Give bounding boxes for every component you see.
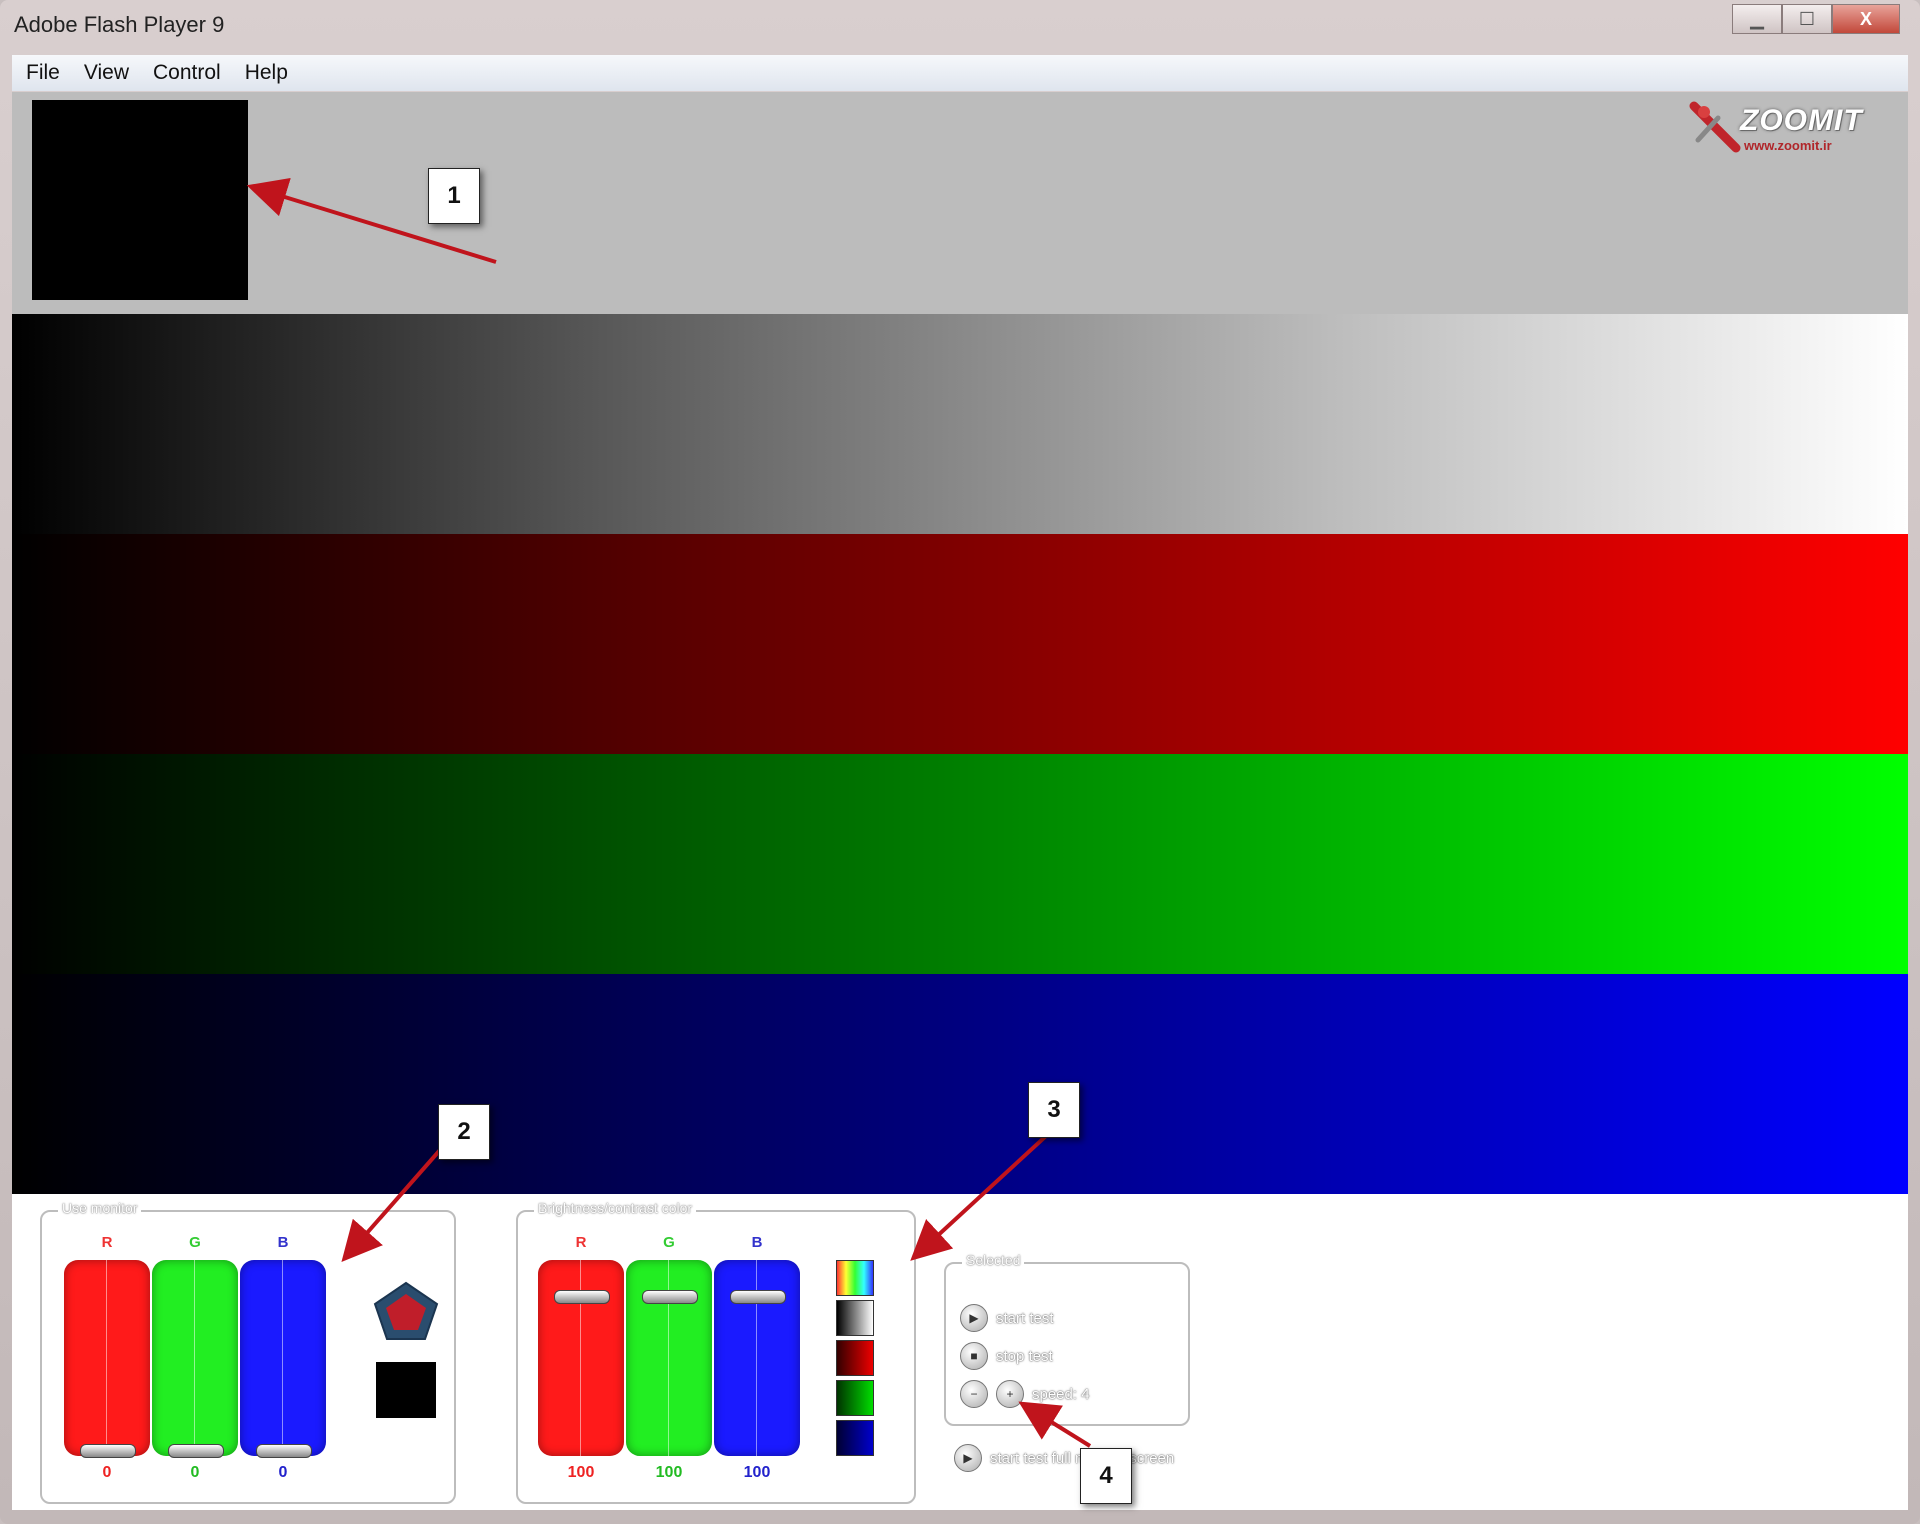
play-icon[interactable]: ▶ bbox=[960, 1304, 988, 1332]
blue-value: 0 bbox=[278, 1464, 288, 1481]
logo-url: www.zoomit.ir bbox=[1744, 138, 1832, 153]
stop-icon[interactable]: ■ bbox=[960, 1342, 988, 1370]
channel-label: B bbox=[751, 1234, 763, 1251]
maximize-icon: ☐ bbox=[1798, 8, 1816, 29]
start-test-option[interactable]: ▶ start test bbox=[960, 1304, 1054, 1332]
logo-text: ZOOMIT bbox=[1740, 104, 1863, 137]
callout-4: 4 bbox=[1080, 1448, 1132, 1504]
panel-title: Brightness/contrast color bbox=[534, 1200, 697, 1216]
option-label: stop test bbox=[996, 1347, 1053, 1365]
close-button[interactable]: X bbox=[1832, 4, 1900, 34]
option-label: start test bbox=[996, 1309, 1054, 1327]
red-gradient-band bbox=[12, 534, 1908, 754]
red-value: 0 bbox=[102, 1464, 112, 1481]
window-controls: ▁ ☐ X bbox=[1732, 4, 1900, 34]
blue-slider-knob[interactable] bbox=[256, 1444, 312, 1458]
blue-thumb[interactable] bbox=[836, 1420, 874, 1456]
plus-icon[interactable]: + bbox=[996, 1380, 1024, 1408]
gray-thumb[interactable] bbox=[836, 1300, 874, 1336]
control-area: Use monitor R 0 G 0 B 0 Brightness/contr… bbox=[12, 1194, 1908, 1510]
blue-slider-knob[interactable] bbox=[730, 1290, 786, 1304]
blue-slider-track[interactable] bbox=[240, 1260, 326, 1456]
app-window: Adobe Flash Player 9 ▁ ☐ X File View Con… bbox=[0, 0, 1920, 1524]
callout-2: 2 bbox=[438, 1104, 490, 1160]
menu-file[interactable]: File bbox=[26, 61, 60, 85]
panel-title: Selected bbox=[962, 1252, 1025, 1268]
use-monitor-panel: Use monitor R 0 G 0 B 0 bbox=[40, 1200, 456, 1504]
channel-label: R bbox=[575, 1234, 587, 1251]
blue-gradient-band bbox=[12, 974, 1908, 1194]
green-gradient-band bbox=[12, 754, 1908, 974]
red-slider-track[interactable] bbox=[64, 1260, 150, 1456]
callout-1: 1 bbox=[428, 168, 480, 224]
red-value: 100 bbox=[567, 1464, 595, 1481]
green-slider-knob[interactable] bbox=[168, 1444, 224, 1458]
menu-view[interactable]: View bbox=[84, 61, 129, 85]
callout-3: 3 bbox=[1028, 1082, 1080, 1138]
menu-bar: File View Control Help bbox=[12, 55, 1908, 91]
fullscreen-test-option[interactable]: ▶ start test full monitor screen bbox=[954, 1444, 1174, 1472]
current-color-swatch bbox=[376, 1362, 436, 1418]
menu-help[interactable]: Help bbox=[245, 61, 288, 85]
minimize-icon: ▁ bbox=[1750, 8, 1764, 29]
minimize-button[interactable]: ▁ bbox=[1732, 4, 1782, 34]
zoomit-logo: ZOOMIT www.zoomit.ir bbox=[1688, 100, 1878, 160]
green-value: 100 bbox=[655, 1464, 683, 1481]
pentagon-icon[interactable] bbox=[372, 1280, 440, 1342]
color-preview-box bbox=[32, 100, 248, 300]
preview-area: ZOOMIT www.zoomit.ir bbox=[12, 92, 1908, 314]
gray-gradient-band bbox=[12, 314, 1908, 534]
green-thumb[interactable] bbox=[836, 1380, 874, 1416]
rainbow-thumb[interactable] bbox=[836, 1260, 874, 1296]
panel-title: Use monitor bbox=[58, 1200, 142, 1216]
selected-panel: Selected ▶ start test ■ stop test − + sp… bbox=[944, 1252, 1190, 1426]
channel-label: B bbox=[277, 1234, 289, 1251]
red-slider-knob[interactable] bbox=[554, 1290, 610, 1304]
channel-label: G bbox=[189, 1234, 201, 1251]
green-value: 0 bbox=[190, 1464, 200, 1481]
blue-value: 100 bbox=[743, 1464, 771, 1481]
speed-label: speed: 4 bbox=[1032, 1385, 1090, 1403]
title-bar[interactable]: Adobe Flash Player 9 ▁ ☐ X bbox=[0, 0, 1920, 52]
speed-option[interactable]: − + speed: 4 bbox=[960, 1380, 1090, 1408]
brightness-contrast-panel: Brightness/contrast color R 100 G 100 B bbox=[516, 1200, 916, 1504]
play-icon[interactable]: ▶ bbox=[954, 1444, 982, 1472]
green-slider-track[interactable] bbox=[152, 1260, 238, 1456]
flash-stage: ZOOMIT www.zoomit.ir Use monitor R 0 G 0… bbox=[12, 92, 1908, 1510]
stop-test-option[interactable]: ■ stop test bbox=[960, 1342, 1053, 1370]
window-title: Adobe Flash Player 9 bbox=[14, 12, 225, 37]
red-thumb[interactable] bbox=[836, 1340, 874, 1376]
red-slider-knob[interactable] bbox=[80, 1444, 136, 1458]
channel-label: R bbox=[101, 1234, 113, 1251]
maximize-button[interactable]: ☐ bbox=[1782, 4, 1832, 34]
close-icon: X bbox=[1859, 8, 1872, 29]
logo-mark-icon bbox=[1689, 101, 1741, 153]
minus-icon[interactable]: − bbox=[960, 1380, 988, 1408]
channel-label: G bbox=[663, 1234, 675, 1251]
green-slider-knob[interactable] bbox=[642, 1290, 698, 1304]
menu-control[interactable]: Control bbox=[153, 61, 221, 85]
